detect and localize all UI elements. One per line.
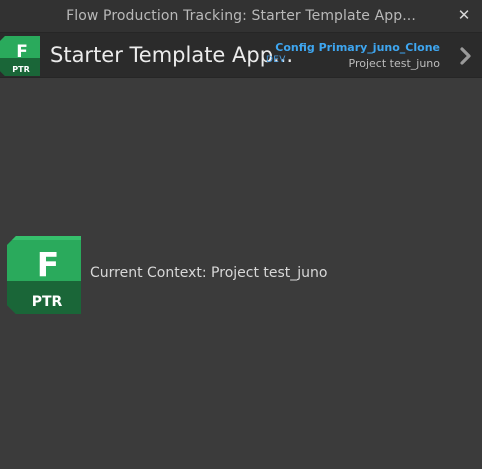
ptr-logo-icon: F PTR [0, 36, 40, 76]
close-icon[interactable]: ✕ [455, 6, 473, 24]
app-window: Flow Production Tracking: Starter Templa… [0, 0, 482, 469]
app-header: F PTR Starter Template App... DEV Config… [0, 32, 482, 78]
project-label: Project test_juno [348, 57, 441, 70]
window-title: Flow Production Tracking: Starter Templa… [66, 8, 416, 24]
ptr-logo-icon: F PTR [7, 236, 81, 314]
chevron-right-icon[interactable] [456, 46, 476, 66]
window-titlebar[interactable]: Flow Production Tracking: Starter Templa… [0, 0, 482, 32]
app-name: Starter Template App... [50, 43, 294, 67]
logo-text: PTR [32, 294, 63, 310]
logo-letter: F [37, 245, 60, 284]
logo-text: PTR [12, 65, 29, 74]
current-context-label: Current Context: Project test_juno [90, 265, 328, 281]
context-panel: F PTR Current Context: Project test_juno [7, 236, 327, 314]
dev-badge: DEV [266, 55, 286, 65]
logo-letter: F [16, 42, 28, 62]
config-link[interactable]: Config Primary_juno_Clone [275, 41, 440, 54]
